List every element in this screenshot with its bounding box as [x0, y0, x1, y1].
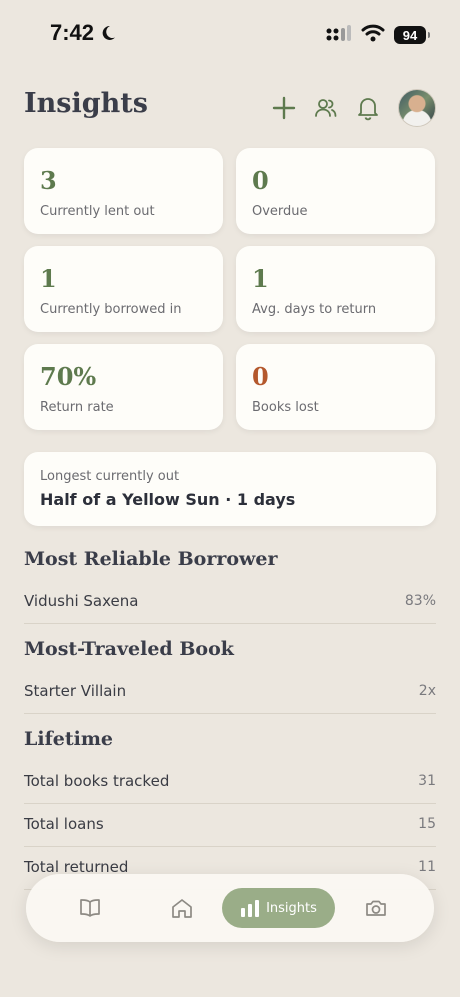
- signal-icon: [326, 24, 352, 46]
- stat-label: Overdue: [252, 204, 308, 219]
- stat-card-lent-out: 3 Currently lent out: [24, 148, 223, 234]
- add-icon[interactable]: [270, 94, 298, 122]
- longest-out-label: Longest currently out: [40, 469, 180, 484]
- stat-label: Books lost: [252, 400, 319, 415]
- list-item: Vidushi Saxena 83%: [24, 584, 436, 624]
- list-item: Total books tracked 31: [24, 764, 436, 804]
- tab-home[interactable]: [162, 888, 202, 928]
- section-title-lifetime: Lifetime: [24, 728, 114, 750]
- stat-value: 0: [252, 362, 269, 391]
- page-title: Insights: [24, 88, 148, 119]
- section-title-reliable: Most Reliable Borrower: [24, 548, 278, 570]
- stat-value: 1: [252, 264, 269, 293]
- status-time: 7:42: [50, 20, 95, 45]
- longest-out-card: Longest currently out Half of a Yellow S…: [24, 452, 436, 526]
- stat-value: 1: [40, 264, 57, 293]
- home-icon: [172, 899, 192, 918]
- bar-chart-icon: [241, 900, 260, 917]
- tab-bar: Insights: [26, 874, 434, 942]
- stat-card-avg-days: 1 Avg. days to return: [236, 246, 435, 332]
- status-bar: 7:42 94: [0, 0, 460, 66]
- stat-card-overdue: 0 Overdue: [236, 148, 435, 234]
- list-item: Total loans 15: [24, 807, 436, 847]
- row-value: 31: [418, 773, 436, 789]
- stat-card-return-rate: 70% Return rate: [24, 344, 223, 430]
- stat-card-borrowed-in: 1 Currently borrowed in: [24, 246, 223, 332]
- moon-icon: [99, 24, 117, 46]
- tab-insights-label: Insights: [266, 900, 317, 916]
- people-icon[interactable]: [312, 94, 340, 122]
- wifi-icon: [361, 24, 385, 46]
- row-value: 11: [418, 859, 436, 875]
- section-title-traveled: Most-Traveled Book: [24, 638, 234, 660]
- row-label: Vidushi Saxena: [24, 592, 139, 610]
- avatar[interactable]: [398, 89, 436, 127]
- stat-value: 3: [40, 166, 57, 195]
- bell-icon[interactable]: [354, 94, 382, 122]
- longest-out-value: Half of a Yellow Sun · 1 days: [40, 490, 296, 509]
- row-label: Total loans: [24, 815, 104, 833]
- book-icon: [80, 899, 100, 917]
- stat-value: 70%: [40, 362, 97, 391]
- list-item: Starter Villain 2x: [24, 674, 436, 714]
- stat-card-books-lost: 0 Books lost: [236, 344, 435, 430]
- row-value: 83%: [404, 593, 436, 609]
- tab-camera[interactable]: [356, 888, 396, 928]
- stat-label: Currently borrowed in: [40, 302, 182, 317]
- stat-label: Currently lent out: [40, 204, 155, 219]
- stat-label: Return rate: [40, 400, 114, 415]
- tab-insights[interactable]: Insights: [222, 888, 335, 928]
- battery-indicator: 94: [394, 26, 430, 44]
- row-label: Starter Villain: [24, 682, 127, 700]
- row-value: 2x: [418, 683, 436, 699]
- header: Insights: [24, 86, 436, 130]
- row-value: 15: [418, 816, 436, 832]
- tab-library[interactable]: [70, 888, 110, 928]
- camera-icon: [366, 900, 386, 916]
- row-label: Total books tracked: [24, 772, 170, 790]
- stat-value: 0: [252, 166, 269, 195]
- stat-label: Avg. days to return: [252, 302, 377, 317]
